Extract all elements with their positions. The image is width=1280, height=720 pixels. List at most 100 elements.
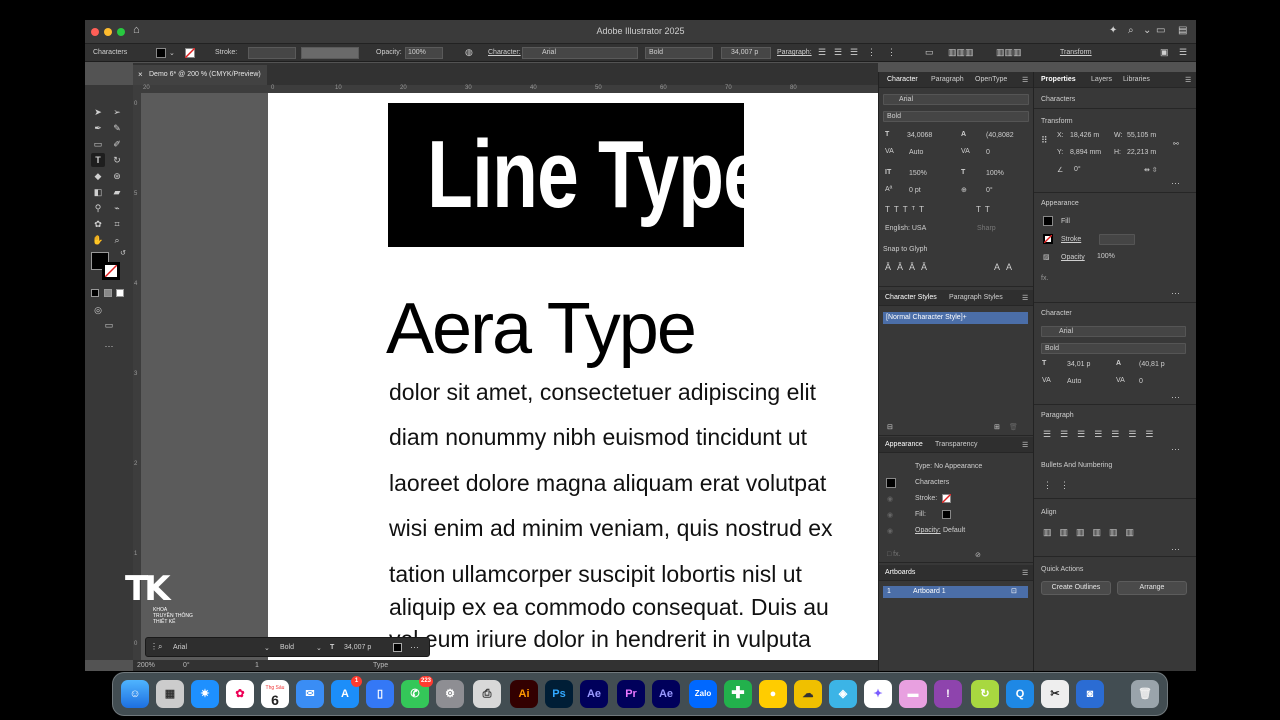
appearance-fill[interactable]: Fill:	[915, 511, 926, 518]
delete-style-icon[interactable]: 🗑	[1009, 423, 1018, 431]
tips-icon[interactable]: ●	[759, 680, 787, 708]
h-value[interactable]: 22,213 m	[1127, 149, 1156, 156]
gradient-mode-icon[interactable]	[104, 289, 112, 297]
clear-appearance-icon[interactable]: ⊘	[975, 551, 981, 559]
more-options-icon[interactable]: ···	[1171, 444, 1180, 454]
fill-swatch[interactable]	[156, 48, 166, 58]
prop-tracking-value[interactable]: 0	[1139, 378, 1143, 385]
chevron-down-icon[interactable]: ⌄	[316, 644, 322, 652]
char-kerning-value[interactable]: Auto	[909, 149, 923, 156]
tab-character[interactable]: Character	[887, 76, 918, 83]
tab-paragraph[interactable]: Paragraph	[931, 76, 964, 83]
capcut-icon[interactable]: ✂	[1041, 680, 1069, 708]
photoshop-icon[interactable]: Ps	[545, 680, 573, 708]
char-tracking-value[interactable]: 0	[986, 149, 990, 156]
hand-tool-icon[interactable]: ✋	[91, 233, 105, 247]
underline-options-icon[interactable]: TT	[976, 205, 994, 214]
visibility-eye-icon[interactable]: ◉	[887, 511, 893, 519]
stroke-weight-field[interactable]	[1099, 234, 1135, 245]
refresh-icon[interactable]: ↻	[971, 680, 999, 708]
drag-handle-icon[interactable]: ⋮	[150, 642, 158, 651]
char-style-field[interactable]	[883, 111, 1029, 122]
character-link[interactable]: Character:	[488, 49, 521, 56]
stroke-swatch[interactable]	[185, 48, 195, 58]
draw-mode-icon[interactable]: ◎	[91, 303, 105, 317]
char-size-value[interactable]: 34,0068	[907, 132, 932, 139]
direct-selection-tool-icon[interactable]: ➢	[110, 105, 124, 119]
area-type-title[interactable]: Aera Type	[386, 288, 697, 370]
bullets-icon[interactable]: ⋮	[867, 47, 876, 58]
artboard-number[interactable]: 1	[255, 662, 259, 669]
area-text-line[interactable]: tation ullamcorper suscipit lobortis nis…	[389, 561, 802, 588]
visibility-eye-icon[interactable]: ◉	[887, 495, 893, 503]
after-effects-icon[interactable]: Ae	[580, 680, 608, 708]
numbering-icon[interactable]: ⋮	[887, 47, 896, 58]
add-new-stroke-icon[interactable]: □ fx.	[887, 551, 901, 558]
tab-transparency[interactable]: Transparency	[935, 441, 978, 448]
illustrator-icon[interactable]: Ai	[510, 680, 538, 708]
more-tools-icon[interactable]: ···	[102, 339, 116, 353]
symbol-sprayer-tool-icon[interactable]: ✿	[91, 217, 105, 231]
workspace-icon[interactable]: ▤	[1178, 25, 1187, 36]
distribute-icon[interactable]: ▥▥▥	[996, 47, 1022, 58]
area-text-line[interactable]: dolor sit amet, consectetuer adipiscing …	[389, 379, 816, 406]
panel-menu-icon[interactable]: ☰	[1022, 294, 1028, 302]
premiere-icon[interactable]: Pr	[617, 680, 645, 708]
reference-point-icon[interactable]: ⠿	[1041, 135, 1048, 146]
color-mode-icon[interactable]	[91, 289, 99, 297]
tab-opentype[interactable]: OpenType	[975, 76, 1007, 83]
photos-icon[interactable]: ✿	[226, 680, 254, 708]
tab-artboards[interactable]: Artboards	[885, 569, 915, 576]
recolor-icon[interactable]: ◍	[465, 47, 473, 58]
angle-value[interactable]: 0°	[1074, 166, 1081, 173]
pen-tool-icon[interactable]: ✒	[91, 121, 105, 135]
pasteboard[interactable]: Line Type Aera Type dolor sit amet, cons…	[141, 93, 878, 660]
type-tool-icon[interactable]: T	[91, 153, 105, 167]
visibility-eye-icon[interactable]: ◉	[887, 527, 893, 535]
prop-size-value[interactable]: 34,01 p	[1067, 361, 1090, 368]
width-tool-icon[interactable]: ⊛	[110, 169, 124, 183]
chevron-down-icon[interactable]: ⌄	[264, 644, 270, 652]
align-center-icon[interactable]: ☰	[834, 47, 842, 58]
search-icon[interactable]: ⌕	[1128, 25, 1134, 36]
snap-options-icon[interactable]: ĀĀĀĀ	[885, 262, 933, 272]
rectangle-tool-icon[interactable]: ▭	[91, 137, 105, 151]
panel-menu-icon[interactable]: ☰	[1179, 47, 1187, 58]
brush-tool-icon[interactable]: ✐	[110, 137, 124, 151]
prop-kerning-value[interactable]: Auto	[1067, 378, 1081, 385]
flip-icon[interactable]: ⇹ ⇳	[1144, 166, 1158, 174]
numbers-icon[interactable]: ✚	[724, 680, 752, 708]
line-type-text-frame[interactable]: Line Type	[388, 103, 765, 247]
after-effects-2-icon[interactable]: Ae	[652, 680, 680, 708]
printer-icon[interactable]: ⎙	[473, 680, 501, 708]
chevron-down-icon[interactable]: ⌄	[169, 49, 175, 57]
appearance-opacity[interactable]: Opacity:	[915, 527, 941, 534]
panel-menu-icon[interactable]: ☰	[1022, 76, 1028, 84]
char-antialias-value[interactable]: Sharp	[977, 225, 996, 232]
fill-swatch[interactable]	[1043, 216, 1053, 226]
artboard[interactable]: Line Type Aera Type dolor sit amet, cons…	[268, 93, 878, 660]
char-vscale-value[interactable]: 150%	[909, 170, 927, 177]
area-text-line[interactable]: vel eum iriure dolor in hendrerit in vul…	[389, 626, 811, 653]
calendar-icon[interactable]: Thg Sáu 6	[261, 680, 289, 708]
blend-tool-icon[interactable]: ⌁	[110, 201, 124, 215]
close-tab-icon[interactable]: ×	[138, 70, 143, 79]
cloud-icon[interactable]: ☁	[794, 680, 822, 708]
feedback-icon[interactable]: !	[934, 680, 962, 708]
rotate-tool-icon[interactable]: ↻	[110, 153, 124, 167]
more-options-icon[interactable]: ···	[1171, 392, 1180, 402]
align-objects-icon[interactable]: ▥▥▥	[948, 47, 974, 58]
area-text-line[interactable]: wisi enim ad minim veniam, quis nostrud …	[389, 515, 833, 542]
artboard-tool-icon[interactable]: ⌗	[110, 217, 124, 231]
tab-character-styles[interactable]: Character Styles	[885, 294, 937, 301]
area-text-line[interactable]: laoreet dolore magna aliquam erat volutp…	[389, 470, 826, 497]
constrain-proportions-icon[interactable]: ⚯	[1173, 140, 1179, 148]
appearance-stroke[interactable]: Stroke:	[915, 495, 937, 502]
share-icon[interactable]: ✦	[1109, 25, 1117, 36]
context-style-value[interactable]: Bold	[280, 644, 294, 651]
char-leading-value[interactable]: (40,8082	[986, 132, 1014, 139]
panel-menu-icon[interactable]: ☰	[1185, 76, 1191, 84]
document-tab[interactable]: × Demo 6* @ 200 % (CMYK/Preview)	[133, 65, 267, 85]
bullets-icons[interactable]: ⋮⋮	[1043, 480, 1077, 491]
widget-icon[interactable]: ▬	[899, 680, 927, 708]
